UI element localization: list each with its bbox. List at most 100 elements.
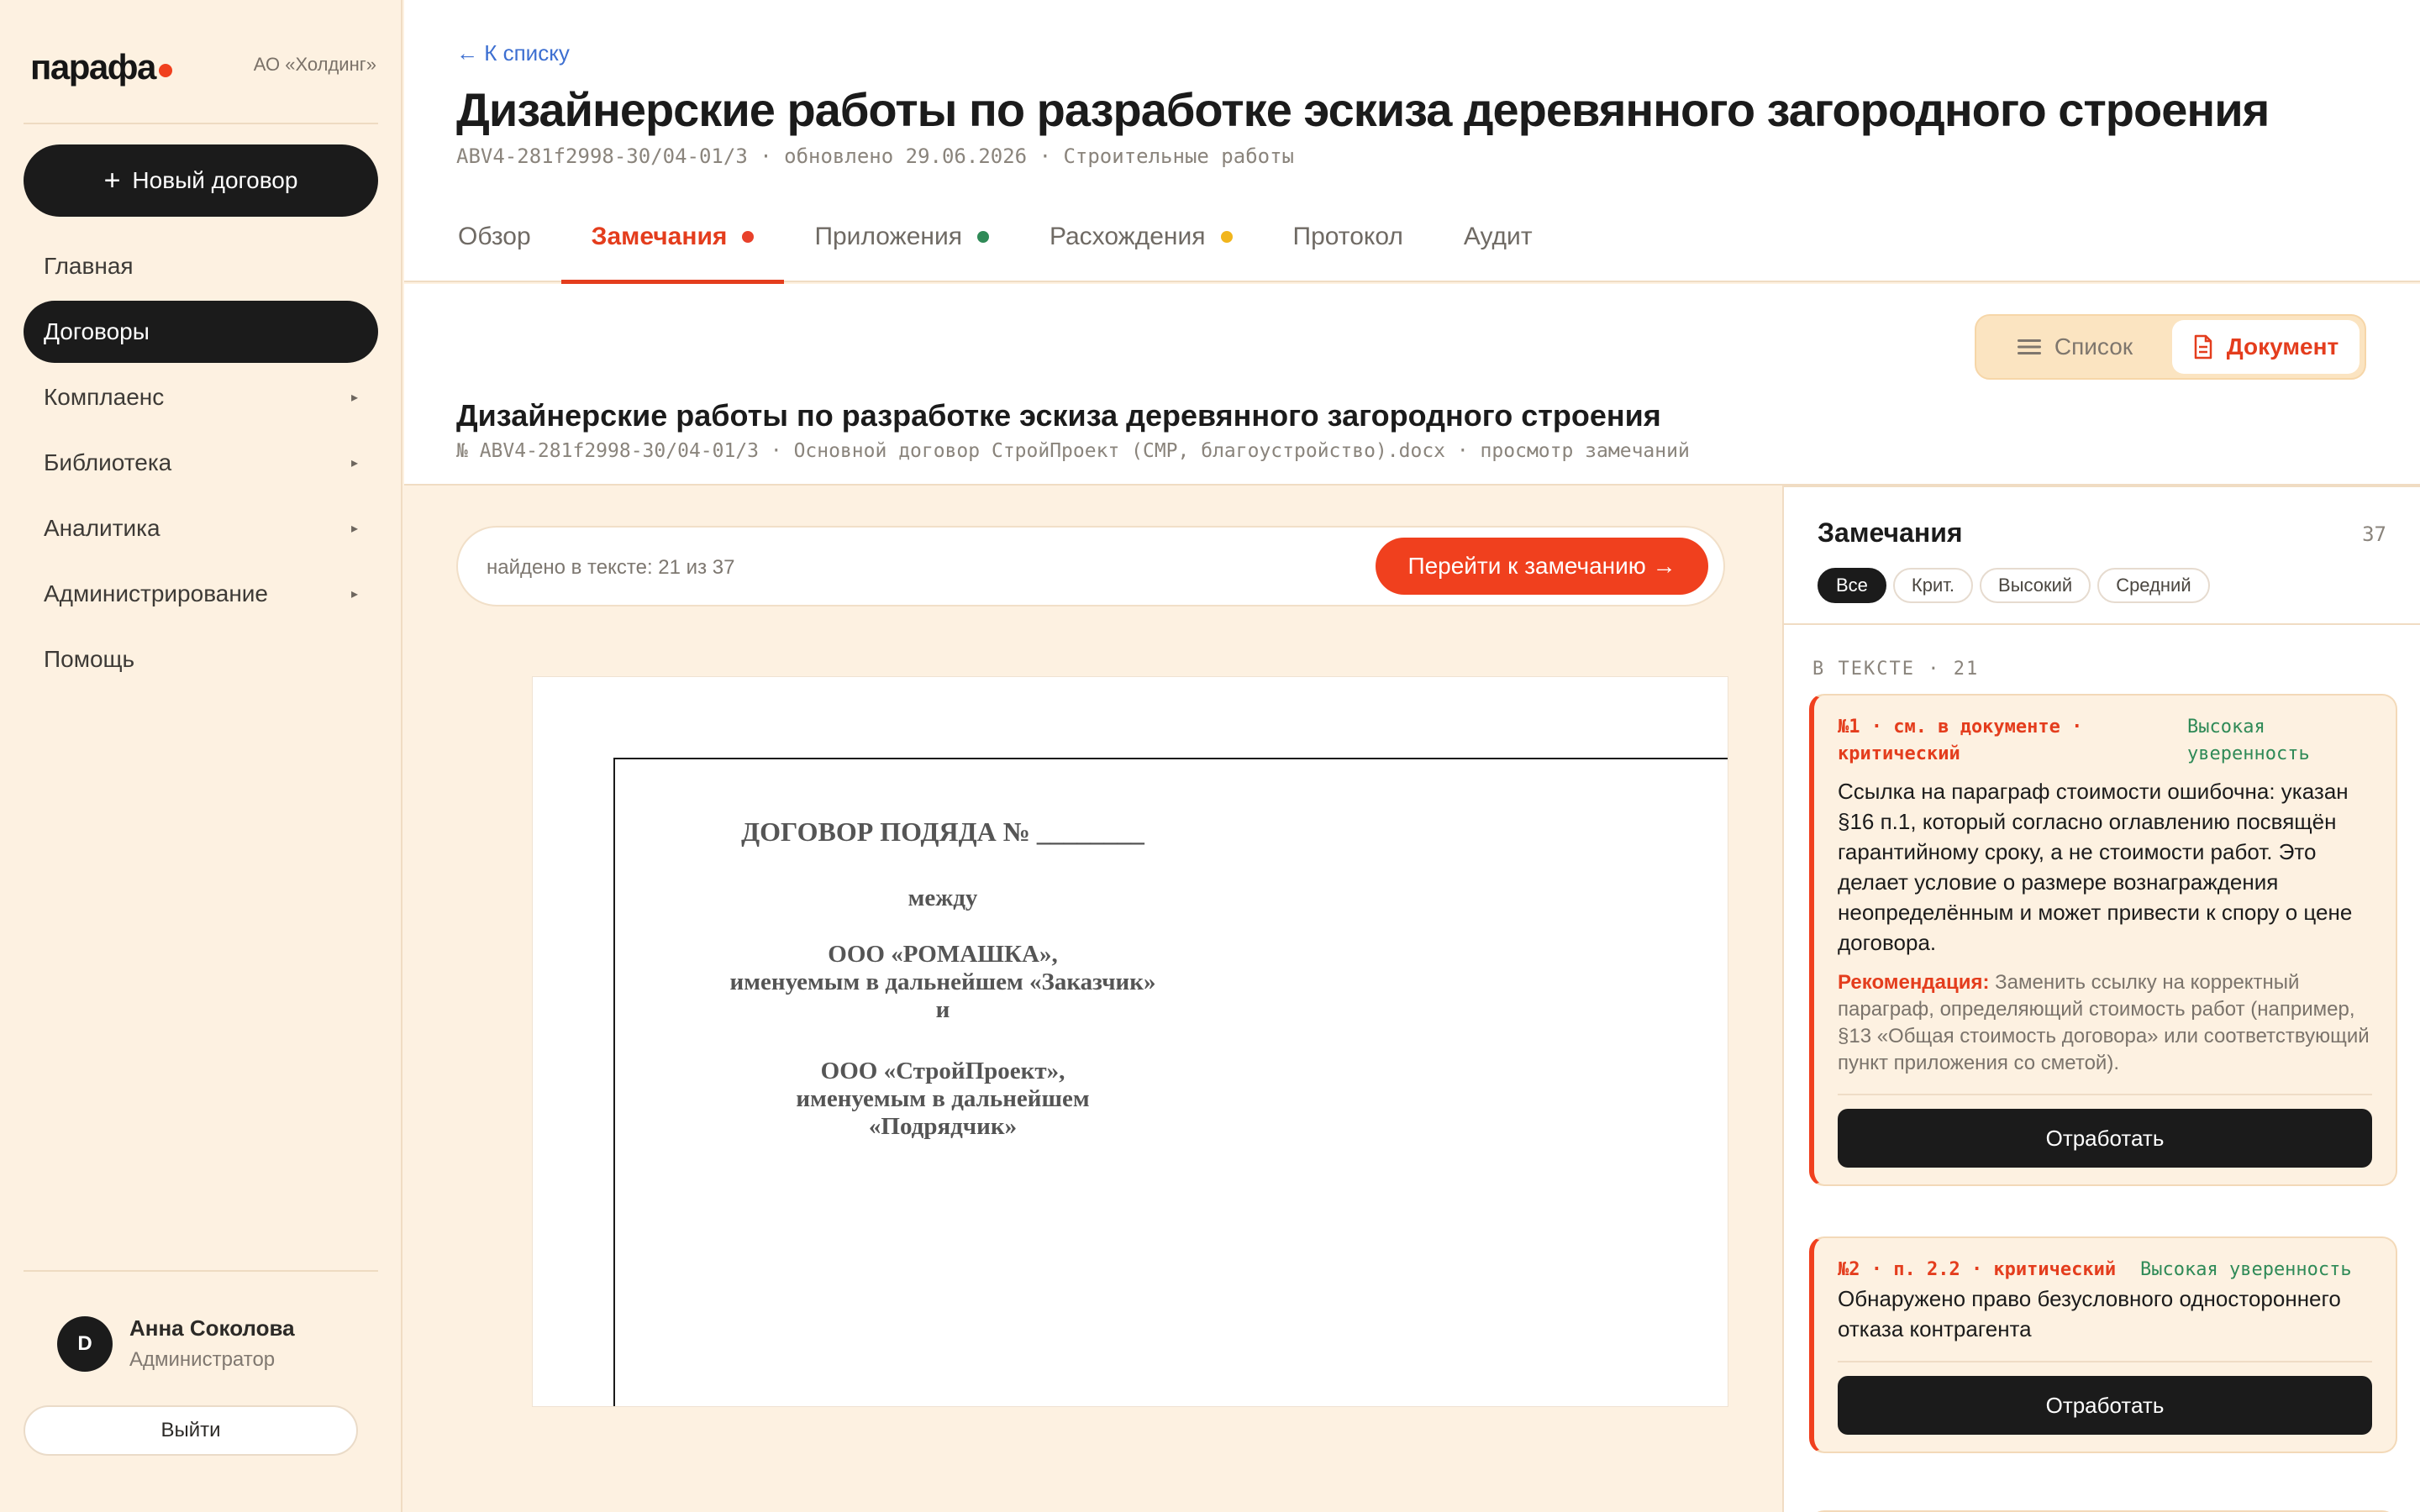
- filter-high[interactable]: Высокий: [1980, 568, 2091, 603]
- process-remark-button[interactable]: Отработать: [1838, 1109, 2372, 1168]
- page-header: ← К списку Дизайнерские работы по разраб…: [404, 0, 2420, 284]
- logo-dot-icon: [158, 64, 172, 77]
- tab-bar: Обзор Замечания Приложения Расхождения П…: [428, 192, 1563, 284]
- plus-icon: +: [103, 165, 121, 197]
- tab-attachments[interactable]: Приложения: [784, 192, 1019, 282]
- tab-label: Замечания: [591, 223, 728, 250]
- party-line: ООО «РОМАШКА»,: [828, 941, 1058, 968]
- document-heading: ДОГОВОР ПОДЯДА № ________: [741, 816, 1144, 847]
- card-divider: [1838, 1361, 2372, 1362]
- remark-reference[interactable]: №1 · см. в документе · критический: [1838, 714, 2174, 768]
- tab-label: Обзор: [458, 223, 531, 250]
- filter-critical[interactable]: Крит.: [1892, 568, 1974, 603]
- new-contract-label: Новый договор: [132, 167, 298, 193]
- sidebar-item-administration[interactable]: Администрирование ▸: [24, 563, 378, 625]
- party-line: именуемым в дальнейшем «Заказчик»: [729, 969, 1156, 995]
- document-subheader: Список Документ Дизайнерские работы по р…: [404, 284, 2420, 486]
- tab-discrepancies[interactable]: Расхождения: [1019, 192, 1263, 282]
- user-role: Администратор: [129, 1348, 276, 1371]
- page-title: Дизайнерские работы по разработке эскиза…: [456, 83, 2270, 136]
- user-name: Анна Соколова: [129, 1315, 295, 1341]
- sidebar-item-label: Главная: [44, 253, 134, 279]
- view-document-button[interactable]: Документ: [2172, 320, 2360, 374]
- document-title: Дизайнерские работы по разработке эскиза…: [456, 398, 1661, 433]
- view-document-label: Документ: [2226, 333, 2339, 360]
- remarks-panel: Замечания 37 Все Крит. Высокий Средний В…: [1782, 486, 2420, 1512]
- tab-label: Аудит: [1463, 223, 1533, 250]
- process-remark-button[interactable]: Отработать: [1838, 1376, 2372, 1435]
- user-block: D Анна Соколова Администратор Выйти: [24, 1270, 378, 1456]
- document-icon: [2194, 334, 2212, 360]
- tab-label: Расхождения: [1049, 223, 1206, 250]
- back-to-list-link[interactable]: ← К списку: [456, 40, 570, 66]
- sidebar: парафа АО «Холдинг» + Новый договор Глав…: [0, 0, 402, 1512]
- party-line: ООО «СтройПроект»,: [820, 1058, 1065, 1084]
- sidebar-item-analytics[interactable]: Аналитика ▸: [24, 497, 378, 559]
- go-to-remark-button[interactable]: Перейти к замечанию →: [1376, 538, 1708, 595]
- sidebar-item-library[interactable]: Библиотека ▸: [24, 432, 378, 494]
- chevron-right-icon: ▸: [350, 391, 358, 405]
- new-contract-button[interactable]: + Новый договор: [24, 144, 378, 217]
- remark-recommendation: Рекомендация: Заменить ссылку на коррект…: [1814, 958, 2396, 1077]
- remark-card[interactable]: №1 · см. в документе · критический Высок…: [1809, 694, 2397, 1186]
- status-dot-icon: [976, 231, 989, 243]
- document-page[interactable]: ДОГОВОР ПОДЯДА № ________ между ООО «РОМ…: [533, 677, 1728, 1406]
- logo-text: парафа: [30, 47, 156, 87]
- filter-all[interactable]: Все: [1818, 568, 1886, 603]
- remark-description: Обнаружено право безусловного односторон…: [1838, 1286, 2341, 1341]
- recommendation-label: Рекомендация:: [1838, 971, 1990, 994]
- remark-reference[interactable]: №2 · п. 2.2 · критический: [1838, 1257, 2174, 1284]
- brand-row: парафа АО «Холдинг»: [30, 47, 376, 89]
- sidebar-divider: [24, 123, 378, 124]
- remarks-count: 37: [2362, 522, 2386, 546]
- remark-card-header: №1 · см. в документе · критический Высок…: [1814, 696, 2396, 768]
- card-divider: [1838, 1094, 2372, 1095]
- tab-overview[interactable]: Обзор: [428, 192, 561, 282]
- sidebar-item-label: Комплаенс: [44, 384, 165, 410]
- organization-name[interactable]: АО «Холдинг»: [254, 54, 376, 76]
- party-line: именуемым в дальнейшем: [796, 1085, 1090, 1112]
- sidebar-item-label: Аналитика: [44, 515, 160, 541]
- view-list-label: Список: [2054, 333, 2133, 360]
- party-line: «Подрядчик»: [868, 1113, 1018, 1140]
- chevron-right-icon: ▸: [350, 522, 358, 536]
- section-in-text-label: В ТЕКСТЕ · 21: [1812, 659, 1980, 680]
- contract-meta: ABV4-281f2998-30/04-01/3 · обновлено 29.…: [456, 144, 1294, 168]
- remark-card[interactable]: №2 · п. 2.2 · критический Высокая уверен…: [1809, 1236, 2397, 1453]
- document-between: между: [908, 885, 978, 911]
- document-party-customer: ООО «РОМАШКА», именуемым в дальнейшем «З…: [613, 941, 1272, 1024]
- sidebar-item-compliance[interactable]: Комплаенс ▸: [24, 366, 378, 428]
- remarks-filters: Все Крит. Высокий Средний: [1818, 568, 2210, 603]
- remarks-title: Замечания: [1818, 517, 1963, 548]
- remark-card-header: №2 · п. 2.2 · критический Высокая уверен…: [1814, 1238, 2396, 1284]
- view-list-button[interactable]: Список: [1981, 320, 2169, 374]
- tab-audit[interactable]: Аудит: [1434, 192, 1563, 282]
- party-line: и: [935, 996, 950, 1023]
- remarks-panel-header: Замечания 37 Все Крит. Высокий Средний: [1784, 487, 2420, 625]
- view-toggle: Список Документ: [1975, 314, 2366, 380]
- logout-button[interactable]: Выйти: [24, 1405, 358, 1456]
- status-dot-icon: [1220, 231, 1233, 243]
- user-profile[interactable]: D Анна Соколова Администратор: [24, 1315, 378, 1372]
- search-navigation-bar: найдено в тексте: 21 из 37 Перейти к зам…: [456, 526, 1725, 606]
- document-viewer: найдено в тексте: 21 из 37 Перейти к зам…: [404, 487, 1782, 1512]
- tab-label: Приложения: [814, 223, 962, 250]
- tab-protocol[interactable]: Протокол: [1263, 192, 1434, 282]
- tab-remarks[interactable]: Замечания: [560, 192, 785, 284]
- sidebar-item-label: Администрирование: [44, 580, 268, 606]
- chevron-right-icon: ▸: [350, 456, 358, 470]
- sidebar-item-home[interactable]: Главная: [24, 235, 378, 297]
- search-result-counter: найдено в тексте: 21 из 37: [487, 556, 735, 579]
- list-icon: [2017, 339, 2041, 354]
- document-party-contractor: ООО «СтройПроект», именуемым в дальнейше…: [613, 1058, 1272, 1141]
- sidebar-item-contracts[interactable]: Договоры: [24, 301, 378, 363]
- avatar: D: [57, 1315, 113, 1372]
- remark-description: Ссылка на параграф стоимости ошибочна: у…: [1838, 779, 2353, 955]
- sidebar-item-label: Договоры: [44, 318, 150, 344]
- document-meta: № ABV4-281f2998-30/04-01/3 · Основной до…: [456, 440, 1690, 462]
- sidebar-nav: Главная Договоры Комплаенс ▸ Библиотека …: [24, 235, 378, 694]
- document-text: ДОГОВОР ПОДЯДА № ________ между ООО «РОМ…: [613, 816, 1272, 1141]
- sidebar-item-help[interactable]: Помощь: [24, 628, 378, 690]
- logo[interactable]: парафа: [30, 47, 172, 87]
- filter-medium[interactable]: Средний: [2097, 568, 2210, 603]
